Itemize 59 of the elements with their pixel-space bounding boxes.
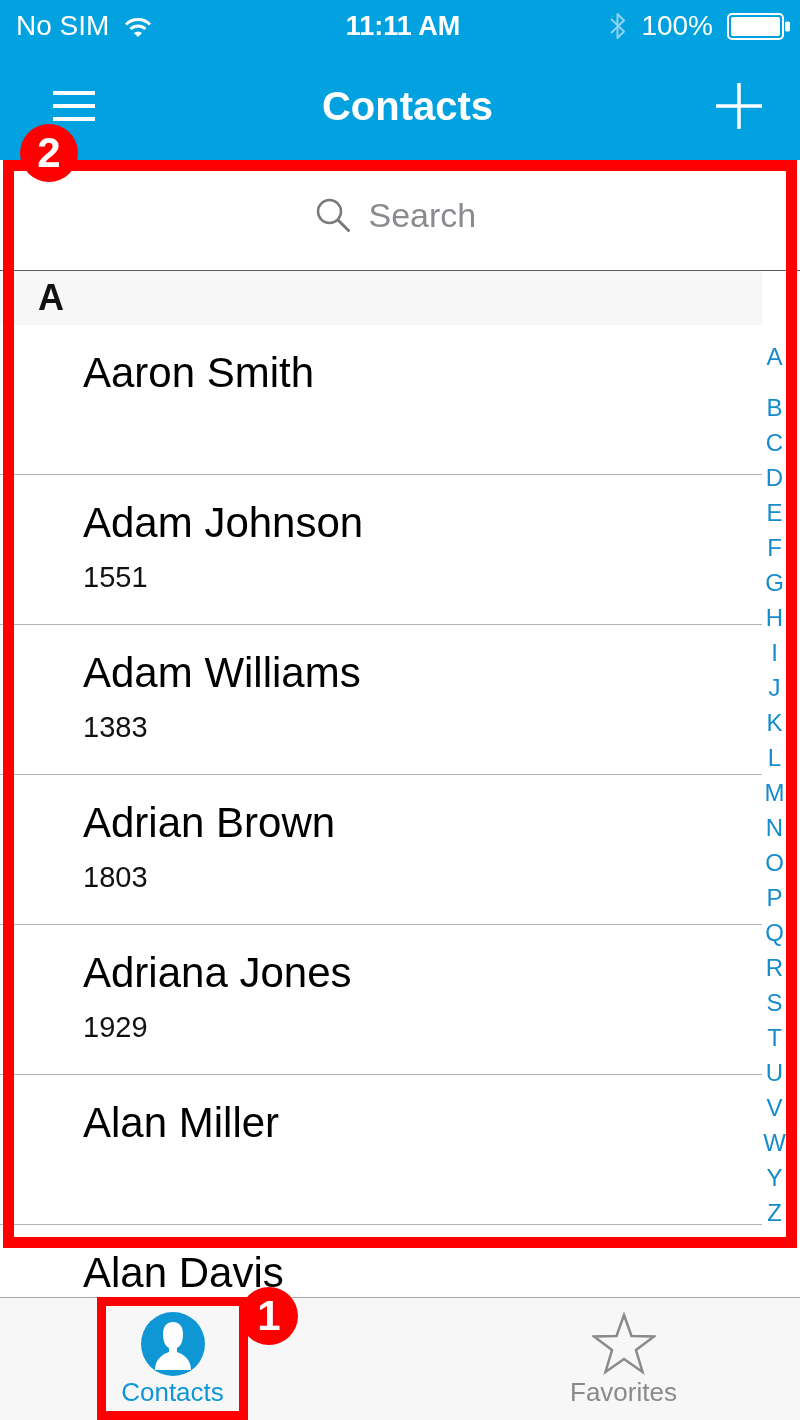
- contact-row[interactable]: Adrian Brown 1803: [0, 775, 762, 925]
- plus-icon: [716, 83, 762, 129]
- search-field[interactable]: Search: [368, 195, 485, 235]
- index-letter[interactable]: Y: [766, 1160, 783, 1195]
- tab[interactable]: Contacts: [106, 1306, 239, 1411]
- index-letter[interactable]: P: [766, 880, 783, 915]
- screen-title: Contacts: [321, 83, 494, 129]
- index-letter[interactable]: R: [765, 950, 784, 985]
- index-letter[interactable]: M: [764, 775, 785, 810]
- index-letter[interactable]: W: [763, 1125, 786, 1160]
- index-letter[interactable]: F: [767, 530, 782, 565]
- index-letter[interactable]: H: [765, 600, 784, 635]
- carrier-label: No SIM: [16, 10, 110, 42]
- index-letter[interactable]: B: [766, 390, 783, 425]
- contact-name: Aaron Smith: [83, 349, 316, 396]
- tab[interactable]: Favorites: [557, 1306, 690, 1411]
- index-letter[interactable]: K: [766, 705, 783, 740]
- index-letter[interactable]: V: [766, 1090, 783, 1125]
- star-icon: [591, 1312, 656, 1376]
- index-letter[interactable]: D: [765, 460, 784, 495]
- contact-number: 1383: [83, 711, 149, 743]
- index-letter[interactable]: O: [765, 845, 784, 880]
- index-letter[interactable]: S: [766, 985, 783, 1020]
- contact-row[interactable]: Aaron Smith: [0, 325, 762, 475]
- index-letter[interactable]: G: [765, 565, 784, 600]
- index-letter[interactable]: J: [768, 670, 781, 705]
- contact-row[interactable]: Adriana Jones 1929: [0, 925, 762, 1075]
- index-letter[interactable]: T: [767, 1020, 782, 1055]
- contact-number: 1929: [83, 1011, 149, 1043]
- index-letter[interactable]: A: [766, 339, 783, 374]
- index-letter[interactable]: C: [765, 425, 784, 460]
- contact-name: Adam Johnson: [83, 499, 365, 546]
- index-letter[interactable]: L: [767, 740, 782, 775]
- index-letter[interactable]: E: [766, 495, 783, 530]
- contact-name: Adriana Jones: [83, 949, 353, 996]
- index-letter[interactable]: Z: [767, 1195, 782, 1230]
- wifi-icon: [124, 15, 153, 37]
- contact-number: 1803: [83, 861, 149, 893]
- battery-icon: [727, 12, 790, 40]
- index-letter[interactable]: U: [765, 1055, 784, 1090]
- bluetooth-icon: [609, 11, 628, 41]
- menu-icon: [53, 91, 95, 121]
- index-letter[interactable]: Q: [765, 915, 784, 950]
- contact-row[interactable]: Adam Williams 1383: [0, 625, 762, 775]
- search-icon: [315, 198, 350, 232]
- contact-number: 1551: [83, 561, 149, 593]
- person-icon: [140, 1312, 205, 1376]
- contact-name: Alan Miller: [83, 1099, 281, 1146]
- contact-row[interactable]: Alan Miller: [0, 1075, 762, 1225]
- add-button[interactable]: [716, 83, 762, 129]
- menu-button[interactable]: [53, 91, 95, 121]
- index-letter[interactable]: N: [765, 810, 784, 845]
- contact-name: Adrian Brown: [83, 799, 337, 846]
- contact-row[interactable]: Adam Johnson 1551: [0, 475, 762, 625]
- clock-time: 11:11 AM: [345, 10, 461, 42]
- section-header: A: [0, 271, 762, 325]
- index-letter[interactable]: I: [771, 635, 778, 670]
- contact-name: Adam Williams: [83, 649, 362, 696]
- battery-percentage: 100%: [641, 10, 713, 42]
